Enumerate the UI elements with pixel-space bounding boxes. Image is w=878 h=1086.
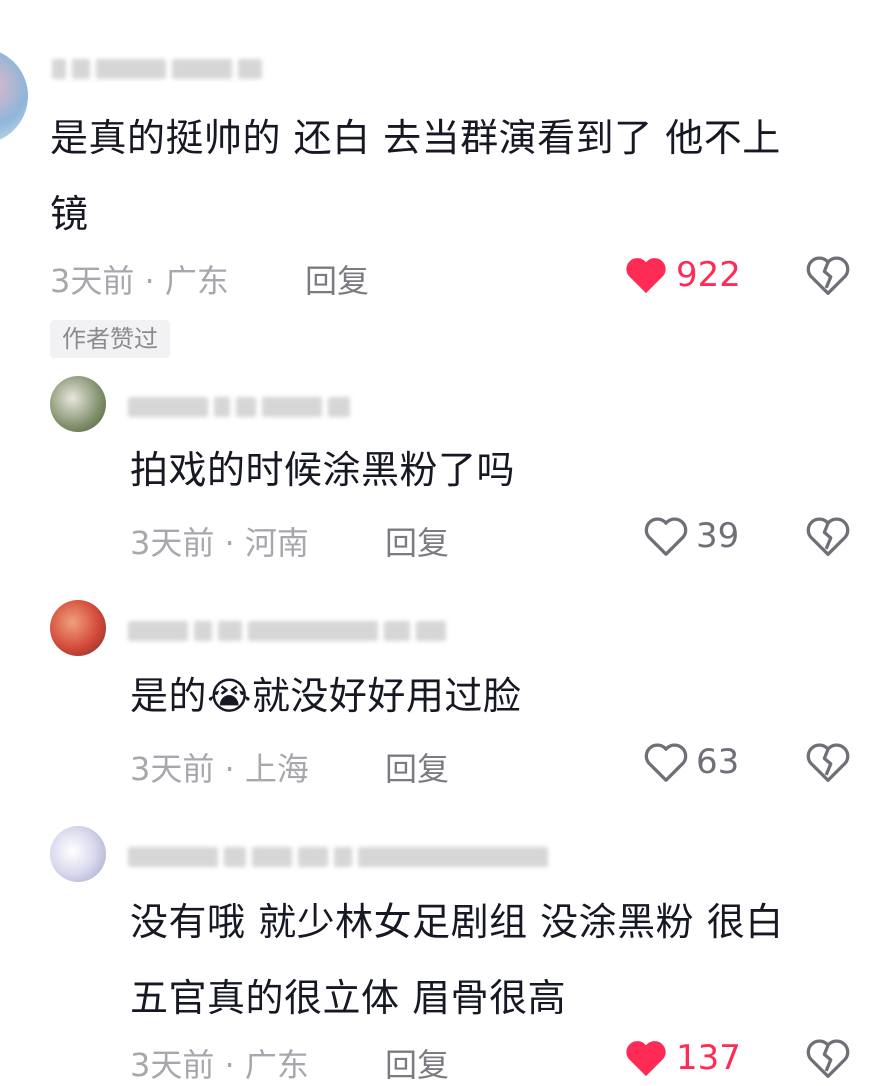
comment-text: 没有哦 就少林女足剧组 没涂黑粉 很白 五官真的很立体 眉骨很高 — [130, 884, 870, 1036]
like-count: 922 — [676, 255, 741, 295]
comment-text-line: 没有哦 就少林女足剧组 没涂黑粉 很白 — [130, 900, 784, 944]
author-liked-badge: 作者赞过 — [50, 320, 170, 358]
time-location: 3天前 · 河南 — [130, 524, 309, 562]
heart-icon — [624, 1038, 668, 1078]
username-blurred[interactable] — [128, 620, 446, 642]
like-button[interactable]: 922 — [624, 255, 741, 295]
username-blurred[interactable] — [128, 846, 548, 868]
time-location: 3天前 · 广东 — [130, 1046, 309, 1084]
comment-text-line: 镜 — [50, 192, 89, 236]
like-button[interactable]: 63 — [644, 742, 739, 782]
reply-button[interactable]: 回复 — [385, 1040, 449, 1086]
like-count: 137 — [676, 1038, 741, 1078]
broken-heart-icon — [806, 1038, 850, 1080]
dislike-button[interactable] — [806, 1038, 850, 1080]
broken-heart-icon — [806, 742, 850, 784]
username-blurred[interactable] — [128, 396, 350, 418]
heart-icon — [624, 255, 668, 295]
comment-text-line: 拍戏的时候涂黑粉了吗 — [130, 448, 516, 492]
dislike-button[interactable] — [806, 255, 850, 297]
username-blurred[interactable] — [52, 58, 262, 80]
avatar[interactable] — [50, 826, 106, 882]
comment-text-line: 是真的挺帅的 还白 去当群演看到了 他不上 — [50, 116, 781, 160]
comment-text-line: 是的😭就没好好用过脸 — [130, 674, 522, 718]
comment-text: 拍戏的时候涂黑粉了吗 — [130, 432, 850, 508]
dislike-button[interactable] — [806, 516, 850, 558]
comment-text: 是的😭就没好好用过脸 — [130, 658, 850, 734]
like-button[interactable]: 137 — [624, 1038, 741, 1078]
heart-icon — [644, 516, 688, 556]
like-count: 63 — [696, 742, 740, 782]
broken-heart-icon — [806, 516, 850, 558]
avatar[interactable] — [50, 600, 106, 656]
broken-heart-icon — [806, 255, 850, 297]
reply-button[interactable]: 回复 — [385, 744, 449, 790]
reply-button[interactable]: 回复 — [385, 518, 449, 564]
avatar[interactable] — [50, 376, 106, 432]
time-location: 3天前 · 广东 — [50, 262, 229, 300]
comment-text: 是真的挺帅的 还白 去当群演看到了 他不上 镜 — [50, 100, 870, 252]
heart-icon — [644, 742, 688, 782]
reply-button[interactable]: 回复 — [305, 256, 369, 302]
avatar[interactable] — [0, 48, 28, 144]
like-button[interactable]: 39 — [644, 516, 739, 556]
comment-text-line: 五官真的很立体 眉骨很高 — [130, 976, 567, 1020]
time-location: 3天前 · 上海 — [130, 750, 309, 788]
like-count: 39 — [696, 516, 740, 556]
dislike-button[interactable] — [806, 742, 850, 784]
